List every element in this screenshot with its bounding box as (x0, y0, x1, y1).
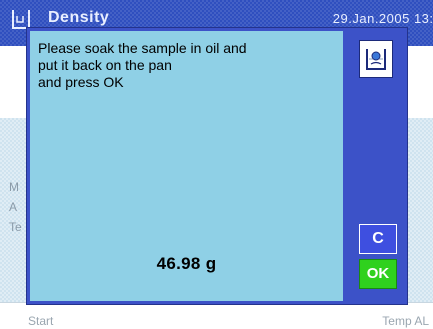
clear-button[interactable]: C (359, 224, 397, 254)
ok-button[interactable]: OK (359, 259, 397, 289)
message-line: and press OK (38, 74, 124, 90)
sample-beaker-icon (366, 49, 386, 70)
background-row-label: A (9, 200, 18, 214)
dialog-message-panel: Please soak the sample in oil and put it… (30, 31, 343, 301)
background-row-label: Te (9, 220, 22, 234)
message-line: put it back on the pan (38, 57, 172, 73)
date-time: 29.Jan.2005 13:56 (332, 11, 433, 26)
start-button[interactable]: Start (28, 305, 53, 329)
message-line: Please soak the sample in oil and (38, 40, 247, 56)
background-row-label: M (9, 180, 19, 194)
temp-al-button[interactable]: Temp AL (382, 305, 429, 329)
weight-readout: 46.98 g (156, 254, 217, 273)
instruction-dialog: Please soak the sample in oil and put it… (26, 27, 408, 305)
app-title: Density (48, 9, 110, 26)
dialog-message: Please soak the sample in oil and put it… (38, 40, 338, 91)
app-footer: Start Temp AL (0, 302, 433, 329)
sample-beaker-icon-button[interactable] (359, 40, 393, 78)
